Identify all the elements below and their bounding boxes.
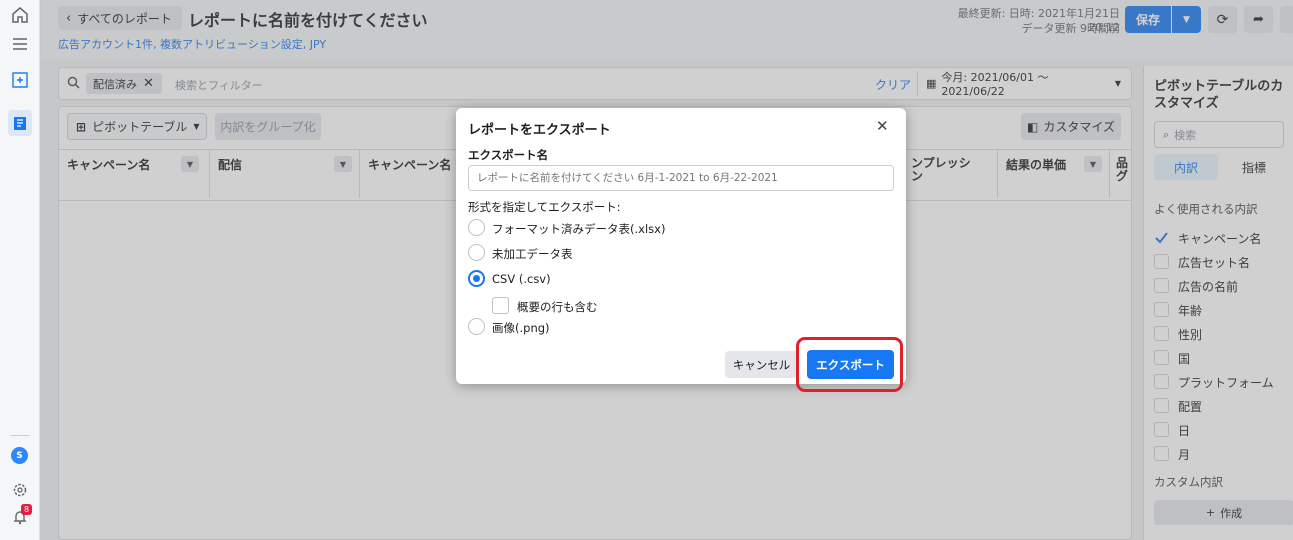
close-icon[interactable]: ✕ — [876, 117, 889, 135]
export-report-dialog: レポートをエクスポート ✕ エクスポート名 形式を指定してエクスポート: フォー… — [456, 108, 906, 392]
menu-icon[interactable] — [10, 34, 30, 54]
radio-raw-data[interactable] — [468, 244, 485, 261]
settings-gear-icon[interactable] — [10, 480, 30, 500]
option-xlsx-label: フォーマット済みデータ表(.xlsx) — [492, 222, 666, 236]
dialog-title: レポートをエクスポート — [468, 123, 611, 138]
export-name-label: エクスポート名 — [468, 148, 549, 162]
export-name-input[interactable] — [468, 165, 894, 191]
home-icon[interactable] — [10, 5, 30, 25]
radio-csv[interactable] — [468, 270, 485, 287]
option-csv-label: CSV (.csv) — [492, 272, 551, 286]
include-summary-checkbox[interactable] — [492, 297, 509, 314]
include-summary-label: 概要の行も含む — [517, 300, 598, 314]
option-png-label: 画像(.png) — [492, 321, 550, 335]
left-nav-rail: S 8 — [0, 0, 40, 540]
export-button[interactable]: エクスポート — [807, 350, 894, 379]
radio-xlsx[interactable] — [468, 219, 485, 236]
option-raw-label: 未加工データ表 — [492, 247, 573, 261]
rail-divider — [10, 435, 30, 436]
cancel-button[interactable]: キャンセル — [725, 351, 798, 378]
radio-png[interactable] — [468, 318, 485, 335]
account-avatar[interactable]: S — [11, 447, 28, 464]
format-label: 形式を指定してエクスポート: — [468, 200, 621, 214]
notification-badge: 8 — [21, 504, 32, 515]
reports-icon[interactable] — [8, 110, 32, 136]
create-report-icon[interactable] — [10, 70, 30, 90]
